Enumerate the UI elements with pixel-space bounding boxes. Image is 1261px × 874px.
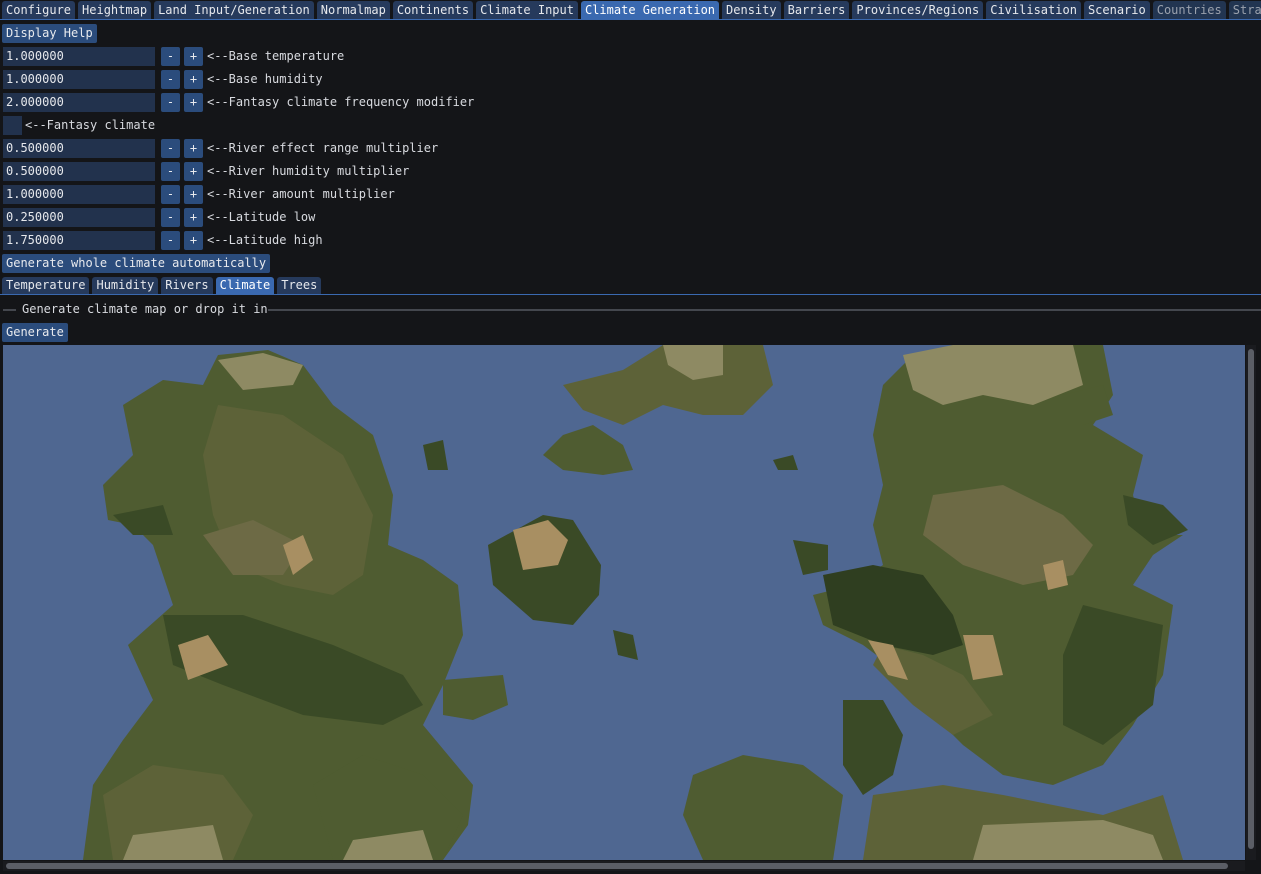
tab-civilisation[interactable]: Civilisation — [986, 1, 1081, 19]
param-value-input[interactable]: 2.000000 — [3, 93, 155, 112]
decrement-button[interactable]: - — [161, 185, 180, 204]
decrement-button[interactable]: - — [161, 70, 180, 89]
increment-button[interactable]: + — [184, 139, 203, 158]
horizontal-scroll-thumb[interactable] — [6, 863, 1228, 869]
increment-button[interactable]: + — [184, 185, 203, 204]
param-value-input[interactable]: 1.750000 — [3, 231, 155, 250]
subtab-humidity[interactable]: Humidity — [92, 277, 159, 294]
tab-land-input-generation[interactable]: Land Input/Generation — [154, 1, 314, 19]
sub-tab-underline — [0, 294, 1261, 295]
increment-button[interactable]: + — [184, 70, 203, 89]
tab-provinces-regions[interactable]: Provinces/Regions — [852, 1, 984, 19]
section-header: Generate climate map or drop it in — [0, 302, 1261, 316]
tab-climate-generation[interactable]: Climate Generation — [580, 1, 720, 19]
section-rule-right — [268, 309, 1261, 311]
climate-map-canvas[interactable] — [3, 345, 1245, 860]
increment-button[interactable]: + — [184, 208, 203, 227]
tab-heightmap[interactable]: Heightmap — [78, 1, 152, 19]
tab-continents[interactable]: Continents — [392, 1, 474, 19]
increment-button[interactable]: + — [184, 162, 203, 181]
tab-underline — [0, 19, 1261, 20]
tab-density[interactable]: Density — [722, 1, 781, 19]
param-value-input[interactable]: 1.000000 — [3, 70, 155, 89]
param-value-input[interactable]: 0.500000 — [3, 162, 155, 181]
param-label: <--Base temperature — [207, 49, 345, 63]
tab-scenario[interactable]: Scenario — [1083, 1, 1150, 19]
param-label: <--Fantasy climate frequency modifier — [207, 95, 475, 109]
climate-map-image — [3, 345, 1245, 860]
tab-barriers[interactable]: Barriers — [783, 1, 850, 19]
climate-sub-tab-bar: Temperature Humidity Rivers Climate Trees — [0, 277, 322, 295]
decrement-button[interactable]: - — [161, 208, 180, 227]
fantasy-climate-label: <--Fantasy climate — [25, 118, 156, 132]
param-value-input[interactable]: 0.500000 — [3, 139, 155, 158]
decrement-button[interactable]: - — [161, 162, 180, 181]
vertical-scroll-thumb[interactable] — [1248, 349, 1254, 849]
fantasy-climate-checkbox[interactable] — [3, 116, 22, 135]
main-tab-bar: Configure Heightmap Land Input/Generation N… — [0, 0, 1261, 20]
param-value-input[interactable]: 0.250000 — [3, 208, 155, 227]
tab-strat[interactable]: Strat — [1228, 1, 1261, 19]
tab-climate-input[interactable]: Climate Input — [476, 1, 578, 19]
param-label: <--River humidity multiplier — [207, 164, 410, 178]
param-label: <--Base humidity — [207, 72, 323, 86]
generate-whole-climate-button[interactable]: Generate whole climate automatically — [2, 254, 271, 273]
param-label: <--River amount multiplier — [207, 187, 395, 201]
subtab-trees[interactable]: Trees — [277, 277, 322, 294]
param-label: <--Latitude high — [207, 233, 323, 247]
increment-button[interactable]: + — [184, 93, 203, 112]
decrement-button[interactable]: - — [161, 93, 180, 112]
decrement-button[interactable]: - — [161, 139, 180, 158]
subtab-temperature[interactable]: Temperature — [2, 277, 90, 294]
section-rule-left — [3, 309, 16, 311]
param-label: <--River effect range multiplier — [207, 141, 439, 155]
section-title: Generate climate map or drop it in — [22, 302, 268, 316]
param-label: <--Latitude low — [207, 210, 316, 224]
decrement-button[interactable]: - — [161, 47, 180, 66]
tab-countries[interactable]: Countries — [1152, 1, 1226, 19]
increment-button[interactable]: + — [184, 231, 203, 250]
param-value-input[interactable]: 1.000000 — [3, 185, 155, 204]
generate-button[interactable]: Generate — [2, 323, 68, 342]
param-value-input[interactable]: 1.000000 — [3, 47, 155, 66]
subtab-climate[interactable]: Climate — [215, 277, 275, 294]
tab-normalmap[interactable]: Normalmap — [316, 1, 390, 19]
tab-configure[interactable]: Configure — [2, 1, 76, 19]
increment-button[interactable]: + — [184, 47, 203, 66]
vertical-scrollbar[interactable] — [1246, 345, 1256, 860]
subtab-rivers[interactable]: Rivers — [161, 277, 213, 294]
display-help-button[interactable]: Display Help — [2, 24, 97, 43]
horizontal-scrollbar[interactable] — [3, 861, 1245, 871]
decrement-button[interactable]: - — [161, 231, 180, 250]
